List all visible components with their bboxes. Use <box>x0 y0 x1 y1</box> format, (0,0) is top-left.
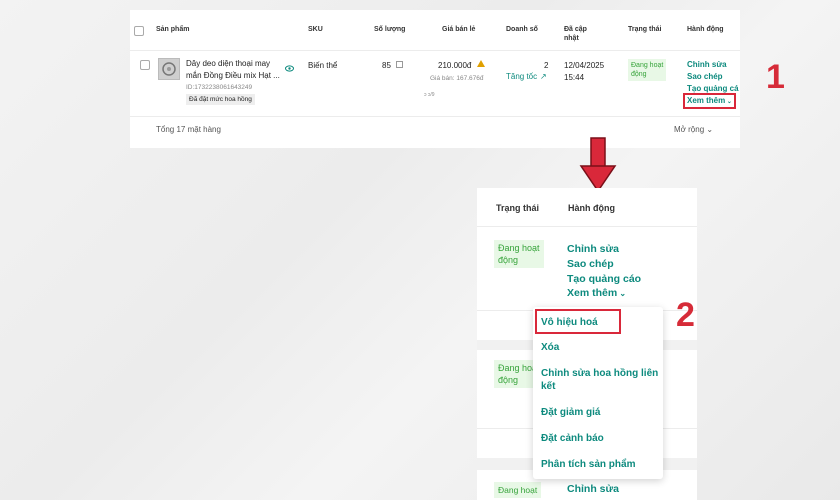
zoom-status-2-line1: Đang hoạ <box>498 363 538 373</box>
product-name-line1[interactable]: Dây deo diện thoại may <box>186 58 270 69</box>
product-thumbnail[interactable] <box>158 58 180 80</box>
copy-link[interactable]: Sao chép <box>687 71 723 82</box>
highlight-disable <box>535 309 621 334</box>
trend-up-icon: ↗ <box>540 72 547 81</box>
zoom-header-divider <box>477 226 697 227</box>
zoom-see-more-link[interactable]: Xem thêm ⌄ <box>567 286 626 301</box>
zoom-status-1-line1: Đang hoạt <box>498 243 540 253</box>
quantity-value: 85 <box>382 61 391 70</box>
header-price: Giá bán lẻ <box>442 26 476 33</box>
product-id: ID:1732238061643249 <box>186 84 253 91</box>
status-badge: Đang hoạt động <box>628 59 667 81</box>
menu-item-product-analytics[interactable]: Phân tích sản phẩm <box>541 458 635 471</box>
zoom-status-1-line2: động <box>498 255 519 265</box>
step-1-label: 1 <box>766 58 785 96</box>
select-all-checkbox[interactable] <box>134 26 144 36</box>
header-quantity: Số lượng <box>374 26 406 33</box>
zoom-create-ad-link[interactable]: Tạo quảng cáo <box>567 272 641 286</box>
header-updated: Đã cập nhật <box>564 26 587 42</box>
header-revenue: Doanh số <box>506 26 538 33</box>
menu-item-edit-commission-line2[interactable]: kết <box>541 380 555 393</box>
revenue-count: 2 <box>544 61 549 70</box>
zoom-status-badge-1: Đang hoạt động <box>494 240 544 268</box>
price-note: ↄ ↄ/9 <box>424 92 435 98</box>
updated-time: 15:44 <box>564 73 585 82</box>
sale-price: Giá bán: 167.676đ <box>430 75 484 82</box>
edit-quantity-icon[interactable] <box>396 61 403 68</box>
expand-label: Mở rộng <box>674 125 705 134</box>
zoom-see-more-label: Xem thêm <box>567 287 618 299</box>
highlight-see-more <box>683 93 736 109</box>
zoom-status-2-line2: động <box>498 375 519 385</box>
zoom-status-badge-3: Đang hoạt <box>494 482 542 498</box>
zoom-header-status: Trạng thái <box>496 203 540 213</box>
edit-link[interactable]: Chỉnh sửa <box>687 59 727 70</box>
row-checkbox[interactable] <box>140 60 150 70</box>
row-divider <box>130 116 740 117</box>
chevron-down-icon: ⌄ <box>704 125 714 134</box>
menu-item-delete[interactable]: Xóa <box>541 341 559 354</box>
total-items: Tổng 17 mặt hàng <box>156 125 221 134</box>
header-actions: Hành động <box>687 26 724 33</box>
sku-value: Biến thể <box>308 61 338 70</box>
product-name-line2[interactable]: mắn Đồng Điều mix Hạt ... <box>186 70 280 81</box>
status-line2: động <box>631 71 647 78</box>
menu-item-edit-commission[interactable]: Chỉnh sửa hoa hồng liên <box>541 367 658 380</box>
header-divider <box>130 50 740 51</box>
header-product: Sản phẩm <box>156 26 190 33</box>
header-sku: SKU <box>308 26 323 33</box>
product-table: Sản phẩm SKU Số lượng Giá bán lẻ Doanh s… <box>130 10 740 148</box>
status-line1: Đang hoạt <box>631 62 664 69</box>
zoom-header-actions: Hành động <box>568 203 615 213</box>
header-status: Trạng thái <box>628 26 662 33</box>
menu-item-set-discount[interactable]: Đặt giảm giá <box>541 406 600 419</box>
menu-item-set-alert[interactable]: Đặt cảnh báo <box>541 432 604 445</box>
zoom-copy-link[interactable]: Sao chép <box>567 257 614 271</box>
boost-link[interactable]: Tăng tốc <box>506 71 537 82</box>
step-2-label: 2 <box>676 296 695 334</box>
chevron-down-icon: ⌄ <box>617 289 627 298</box>
affiliate-tag: Đã đặt mức hoa hồng <box>186 94 255 105</box>
arrow-down-icon <box>578 136 618 194</box>
updated-date: 12/04/2025 <box>564 61 605 70</box>
expand-button[interactable]: Mở rộng ⌄ <box>674 124 713 135</box>
zoom-row3-edit-link[interactable]: Chỉnh sửa <box>567 482 619 496</box>
price-value: 210.000đ <box>438 61 472 70</box>
warning-icon <box>477 60 485 67</box>
zoom-edit-link[interactable]: Chỉnh sửa <box>567 242 619 256</box>
eye-icon[interactable] <box>285 59 294 72</box>
